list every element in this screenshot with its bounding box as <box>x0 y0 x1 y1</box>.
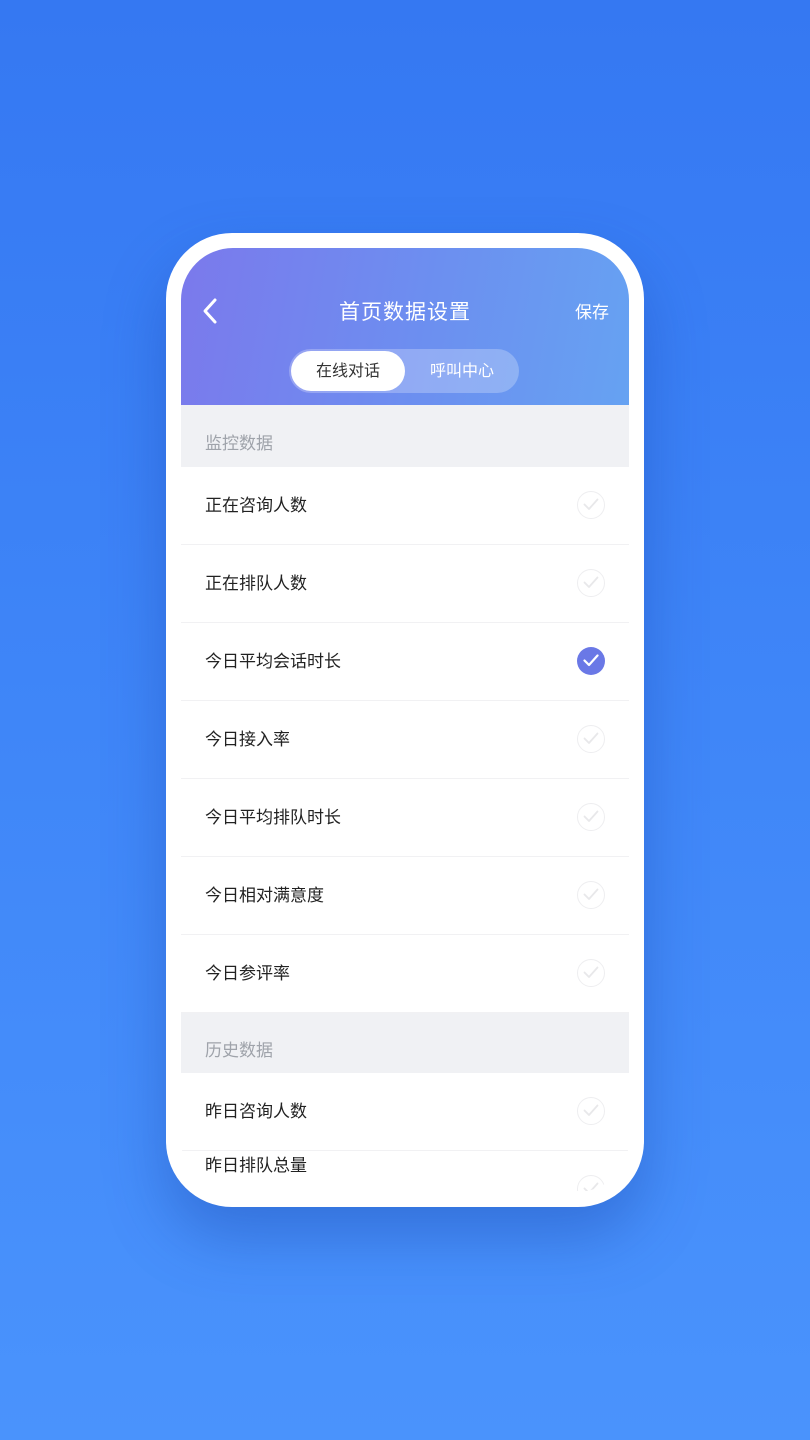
list-item-label: 今日相对满意度 <box>205 886 324 906</box>
segmented-control: 在线对话 呼叫中心 <box>289 349 519 393</box>
list-item[interactable]: 今日相对满意度 <box>181 857 629 935</box>
app-header: 首页数据设置 保存 在线对话 呼叫中心 <box>181 248 629 405</box>
list-item[interactable]: 昨日排队总量 <box>181 1151 629 1191</box>
app-screen: 首页数据设置 保存 在线对话 呼叫中心 监控数据 正在咨询人数 正在排队人数 今… <box>181 248 629 1192</box>
check-icon[interactable] <box>577 491 605 519</box>
section-header-monitor: 监控数据 <box>181 405 629 467</box>
list-item[interactable]: 今日参评率 <box>181 935 629 1013</box>
list-item[interactable]: 今日平均排队时长 <box>181 779 629 857</box>
list-item-label: 今日平均排队时长 <box>205 808 341 828</box>
check-icon[interactable] <box>577 881 605 909</box>
list-item-label: 正在咨询人数 <box>205 496 307 516</box>
check-icon-selected[interactable] <box>577 647 605 675</box>
list-item-label: 昨日咨询人数 <box>205 1102 307 1122</box>
section-header-history: 历史数据 <box>181 1013 629 1073</box>
check-icon[interactable] <box>577 1175 605 1191</box>
check-icon[interactable] <box>577 1097 605 1125</box>
check-icon[interactable] <box>577 725 605 753</box>
check-icon[interactable] <box>577 959 605 987</box>
list-item[interactable]: 今日平均会话时长 <box>181 623 629 701</box>
list-item-label: 今日平均会话时长 <box>205 652 341 672</box>
page-title: 首页数据设置 <box>339 300 471 324</box>
list-item-label: 今日接入率 <box>205 730 290 750</box>
tab-online-chat[interactable]: 在线对话 <box>291 351 405 391</box>
list-item-label: 昨日排队总量 <box>205 1156 307 1176</box>
list-item-label: 正在排队人数 <box>205 574 307 594</box>
list-item[interactable]: 正在咨询人数 <box>181 467 629 545</box>
check-icon[interactable] <box>577 569 605 597</box>
save-button[interactable]: 保存 <box>575 298 609 323</box>
tab-call-center[interactable]: 呼叫中心 <box>405 349 519 393</box>
check-icon[interactable] <box>577 803 605 831</box>
list-item[interactable]: 今日接入率 <box>181 701 629 779</box>
phone-frame: 首页数据设置 保存 在线对话 呼叫中心 监控数据 正在咨询人数 正在排队人数 今… <box>166 233 644 1207</box>
settings-list: 监控数据 正在咨询人数 正在排队人数 今日平均会话时长 今日接入率 今日平均排队… <box>181 405 629 1191</box>
list-item[interactable]: 正在排队人数 <box>181 545 629 623</box>
list-item-label: 今日参评率 <box>205 964 290 984</box>
list-item[interactable]: 昨日咨询人数 <box>181 1073 629 1151</box>
